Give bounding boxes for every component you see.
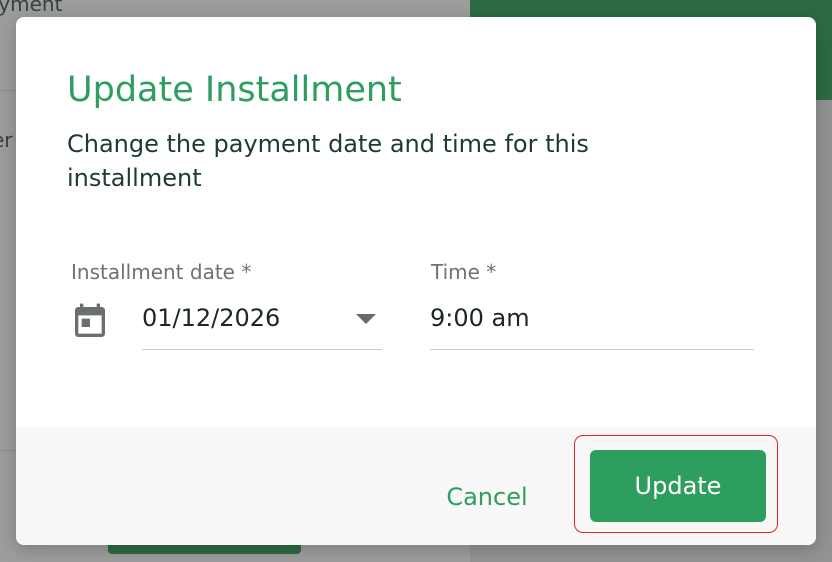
chevron-down-icon[interactable]: [356, 314, 376, 324]
time-input[interactable]: 9:00 am: [430, 300, 754, 350]
installment-date-label: Installment date *: [71, 260, 252, 284]
background-text: er: [0, 128, 13, 152]
dialog-title: Update Installment: [67, 70, 402, 110]
installment-date-value: 01/12/2026: [142, 304, 281, 332]
background-text: ayment: [0, 0, 63, 16]
update-installment-dialog: Update Installment Change the payment da…: [16, 17, 816, 545]
installment-date-select[interactable]: 01/12/2026: [142, 300, 382, 350]
update-button[interactable]: Update: [590, 450, 766, 522]
time-label: Time *: [431, 260, 497, 284]
dialog-footer: Cancel Update: [16, 427, 816, 545]
time-value: 9:00 am: [430, 304, 530, 332]
dialog-subtitle: Change the payment date and time for thi…: [67, 130, 589, 192]
cancel-button[interactable]: Cancel: [424, 467, 550, 527]
calendar-icon[interactable]: [70, 302, 110, 342]
